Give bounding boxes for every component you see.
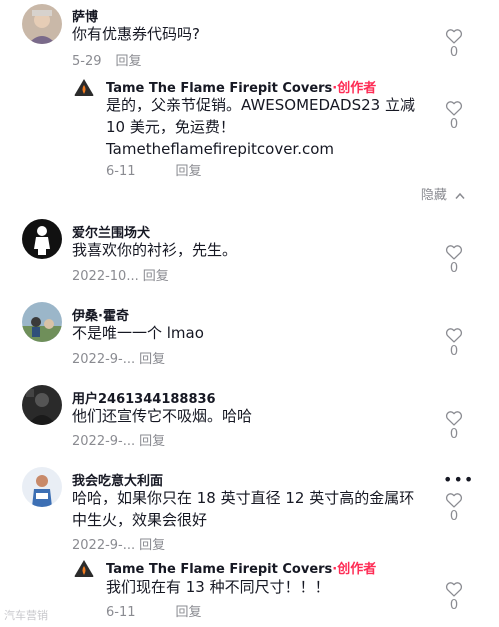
avatar[interactable] bbox=[22, 385, 62, 425]
avatar[interactable] bbox=[72, 557, 96, 581]
hide-label: 隐藏 bbox=[420, 188, 447, 203]
reply-date: 6-11 bbox=[106, 605, 136, 620]
like-count: 0 bbox=[449, 45, 459, 60]
watermark: 汽车营销 bbox=[4, 609, 48, 622]
avatar[interactable] bbox=[22, 219, 62, 259]
comment-meta: 2022-9-... 回复 bbox=[72, 534, 165, 553]
like-count: 0 bbox=[449, 261, 459, 276]
comment-meta: 2022-9-... 回复 bbox=[72, 348, 165, 367]
like-button[interactable]: 0 bbox=[442, 327, 466, 359]
avatar[interactable] bbox=[72, 76, 96, 100]
reply-meta: 6-11 回复 bbox=[106, 160, 202, 179]
hide-replies-button[interactable]: 隐藏 bbox=[421, 184, 465, 203]
reply-meta: 6-11 回复 bbox=[106, 601, 202, 620]
reply-username[interactable]: Tame The Flame Firepit Covers·创作者 bbox=[106, 558, 376, 577]
like-count: 0 bbox=[449, 427, 459, 442]
reply-button[interactable]: 回复 bbox=[143, 269, 169, 284]
comment-text: 哈哈，如果你只在 18 英寸直径 12 英寸高的金属环中生火，效果会很好 bbox=[72, 489, 415, 529]
reply-text: 是的，父亲节促销。AWESOMEDADS23 立减 10 美元，免运费！ Tam… bbox=[106, 96, 415, 158]
heart-outline-icon bbox=[445, 245, 463, 260]
comment-meta: 2022-9-... 回复 bbox=[72, 430, 165, 449]
comment-text: 我喜欢你的衬衫，先生。 bbox=[72, 241, 238, 259]
reply-date: 6-11 bbox=[106, 164, 136, 179]
comment-date: 2022-9-... bbox=[72, 352, 136, 367]
avatar[interactable] bbox=[22, 4, 62, 44]
reply-button[interactable]: 回复 bbox=[139, 352, 165, 367]
avatar[interactable] bbox=[22, 467, 62, 507]
like-button[interactable]: 0 bbox=[442, 492, 466, 524]
heart-outline-icon bbox=[445, 328, 463, 343]
creator-badge: ·创作者 bbox=[332, 562, 377, 577]
avatar[interactable] bbox=[22, 302, 62, 342]
comment-meta: 2022-10... 回复 bbox=[72, 265, 169, 284]
reply-author[interactable]: Tame The Flame Firepit Covers bbox=[106, 562, 332, 577]
like-button[interactable]: 0 bbox=[442, 581, 466, 613]
chevron-up-icon bbox=[455, 192, 465, 199]
like-count: 0 bbox=[449, 117, 459, 132]
heart-outline-icon bbox=[445, 493, 463, 508]
reply-button[interactable]: 回复 bbox=[176, 164, 202, 179]
like-button[interactable]: 0 bbox=[442, 410, 466, 442]
like-count: 0 bbox=[449, 509, 459, 524]
reply-button[interactable]: 回复 bbox=[139, 434, 165, 449]
like-count: 0 bbox=[449, 344, 459, 359]
comment-meta: 5-29 回复 bbox=[72, 50, 142, 69]
comment-text: 他们还宣传它不吸烟。哈哈 bbox=[72, 407, 253, 425]
reply-button[interactable]: 回复 bbox=[116, 54, 142, 69]
heart-outline-icon bbox=[445, 29, 463, 44]
reply-text: 我们现在有 13 种不同尺寸！！！ bbox=[106, 578, 330, 596]
heart-outline-icon bbox=[445, 101, 463, 116]
comment-date: 2022-9-... bbox=[72, 538, 136, 553]
like-button[interactable]: 0 bbox=[442, 100, 466, 132]
like-count: 0 bbox=[449, 598, 459, 613]
like-button[interactable]: 0 bbox=[442, 244, 466, 276]
comment-date: 2022-9-... bbox=[72, 434, 136, 449]
like-button[interactable]: 0 bbox=[442, 28, 466, 60]
comment-date: 5-29 bbox=[72, 54, 102, 69]
comment-text: 不是唯一一个 lmao bbox=[72, 324, 204, 342]
heart-outline-icon bbox=[445, 582, 463, 597]
comment-date: 2022-10... bbox=[72, 269, 139, 284]
heart-outline-icon bbox=[445, 411, 463, 426]
reply-button[interactable]: 回复 bbox=[139, 538, 165, 553]
comment-text: 你有优惠券代码吗? bbox=[72, 25, 200, 43]
reply-button[interactable]: 回复 bbox=[176, 605, 202, 620]
more-horizontal-icon[interactable]: ••• bbox=[443, 470, 474, 489]
